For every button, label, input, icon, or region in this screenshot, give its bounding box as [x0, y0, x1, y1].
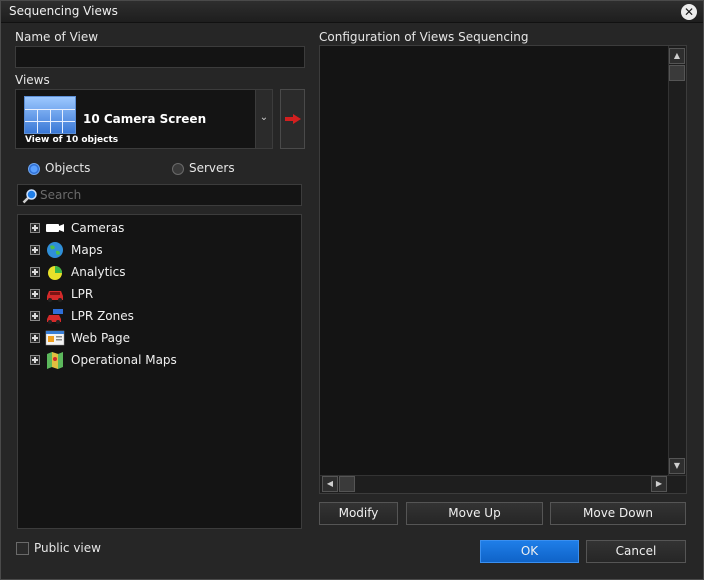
- car-zone-icon: [47, 309, 63, 324]
- vertical-scrollbar[interactable]: ▲ ▼: [668, 46, 686, 476]
- search-box: [17, 184, 302, 206]
- cancel-button[interactable]: Cancel: [586, 540, 686, 563]
- horizontal-scroll-thumb[interactable]: [339, 476, 355, 492]
- scroll-right-icon[interactable]: ▶: [651, 476, 667, 492]
- scroll-left-icon[interactable]: ◀: [322, 476, 338, 492]
- tree-item-maps[interactable]: Maps: [18, 239, 301, 261]
- config-label: Configuration of Views Sequencing: [319, 30, 529, 44]
- tree-item-operational-maps[interactable]: Operational Maps: [18, 349, 301, 371]
- car-icon: [47, 291, 63, 302]
- expand-icon[interactable]: [30, 311, 40, 321]
- tree-item-label: Maps: [71, 243, 103, 257]
- expand-icon[interactable]: [30, 223, 40, 233]
- camera-icon: [46, 224, 64, 232]
- public-view-label: Public view: [34, 541, 101, 555]
- map-icon: [47, 352, 63, 369]
- add-view-button[interactable]: [280, 89, 305, 149]
- tree-item-label: Operational Maps: [71, 353, 177, 367]
- title-bar[interactable]: Sequencing Views ✕: [1, 1, 703, 23]
- views-label: Views: [15, 73, 50, 87]
- close-icon[interactable]: ✕: [681, 4, 697, 20]
- views-dropdown[interactable]: 10 Camera Screen View of 10 objects ⌄: [15, 89, 273, 149]
- move-down-button[interactable]: Move Down: [550, 502, 686, 525]
- selected-view-subtitle: View of 10 objects: [25, 135, 119, 145]
- tree-item-web-page[interactable]: Web Page: [18, 327, 301, 349]
- expand-icon[interactable]: [30, 289, 40, 299]
- tree-item-cameras[interactable]: Cameras: [18, 217, 301, 239]
- tree-item-label: Analytics: [71, 265, 126, 279]
- screen-grid-icon: [24, 96, 76, 134]
- tree-item-label: Web Page: [71, 331, 131, 345]
- horizontal-scrollbar[interactable]: ◀ ▶: [320, 475, 686, 493]
- tree-item-label: Cameras: [71, 221, 125, 235]
- ok-button[interactable]: OK: [480, 540, 579, 563]
- public-view-checkbox[interactable]: [16, 542, 29, 555]
- globe-icon: [47, 242, 63, 258]
- tree-item-label: LPR: [71, 287, 94, 301]
- name-of-view-label: Name of View: [15, 30, 99, 44]
- pie-chart-icon: [48, 266, 62, 280]
- name-of-view-input[interactable]: [15, 46, 305, 68]
- views-sequence-list[interactable]: ▲ ▼ ◀ ▶: [319, 45, 687, 494]
- arrow-right-icon: [285, 114, 301, 124]
- expand-icon[interactable]: [30, 333, 40, 343]
- selected-view-name: 10 Camera Screen: [83, 112, 207, 126]
- window-title: Sequencing Views: [9, 4, 118, 18]
- search-icon: [22, 189, 37, 204]
- servers-radio-label: Servers: [189, 161, 235, 175]
- objects-radio-label: Objects: [45, 161, 91, 175]
- scroll-down-icon[interactable]: ▼: [669, 458, 685, 474]
- tree-item-lpr-zones[interactable]: LPR Zones: [18, 305, 301, 327]
- expand-icon[interactable]: [30, 267, 40, 277]
- servers-radio[interactable]: [172, 163, 184, 175]
- sequencing-views-dialog: Sequencing Views ✕ Name of View Views 10…: [0, 0, 704, 580]
- tree-item-analytics[interactable]: Analytics: [18, 261, 301, 283]
- objects-radio[interactable]: [28, 163, 40, 175]
- scroll-up-icon[interactable]: ▲: [669, 48, 685, 64]
- expand-icon[interactable]: [30, 355, 40, 365]
- tree-item-label: LPR Zones: [71, 309, 134, 323]
- modify-button[interactable]: Modify: [319, 502, 398, 525]
- expand-icon[interactable]: [30, 245, 40, 255]
- move-up-button[interactable]: Move Up: [406, 502, 543, 525]
- search-input[interactable]: [40, 187, 295, 203]
- tree-item-lpr[interactable]: LPR: [18, 283, 301, 305]
- web-page-icon: [45, 330, 65, 346]
- objects-tree: Cameras Maps Analytics LPR LPR Zones Web…: [17, 214, 302, 529]
- vertical-scroll-thumb[interactable]: [669, 65, 685, 81]
- chevron-down-icon[interactable]: ⌄: [255, 90, 272, 148]
